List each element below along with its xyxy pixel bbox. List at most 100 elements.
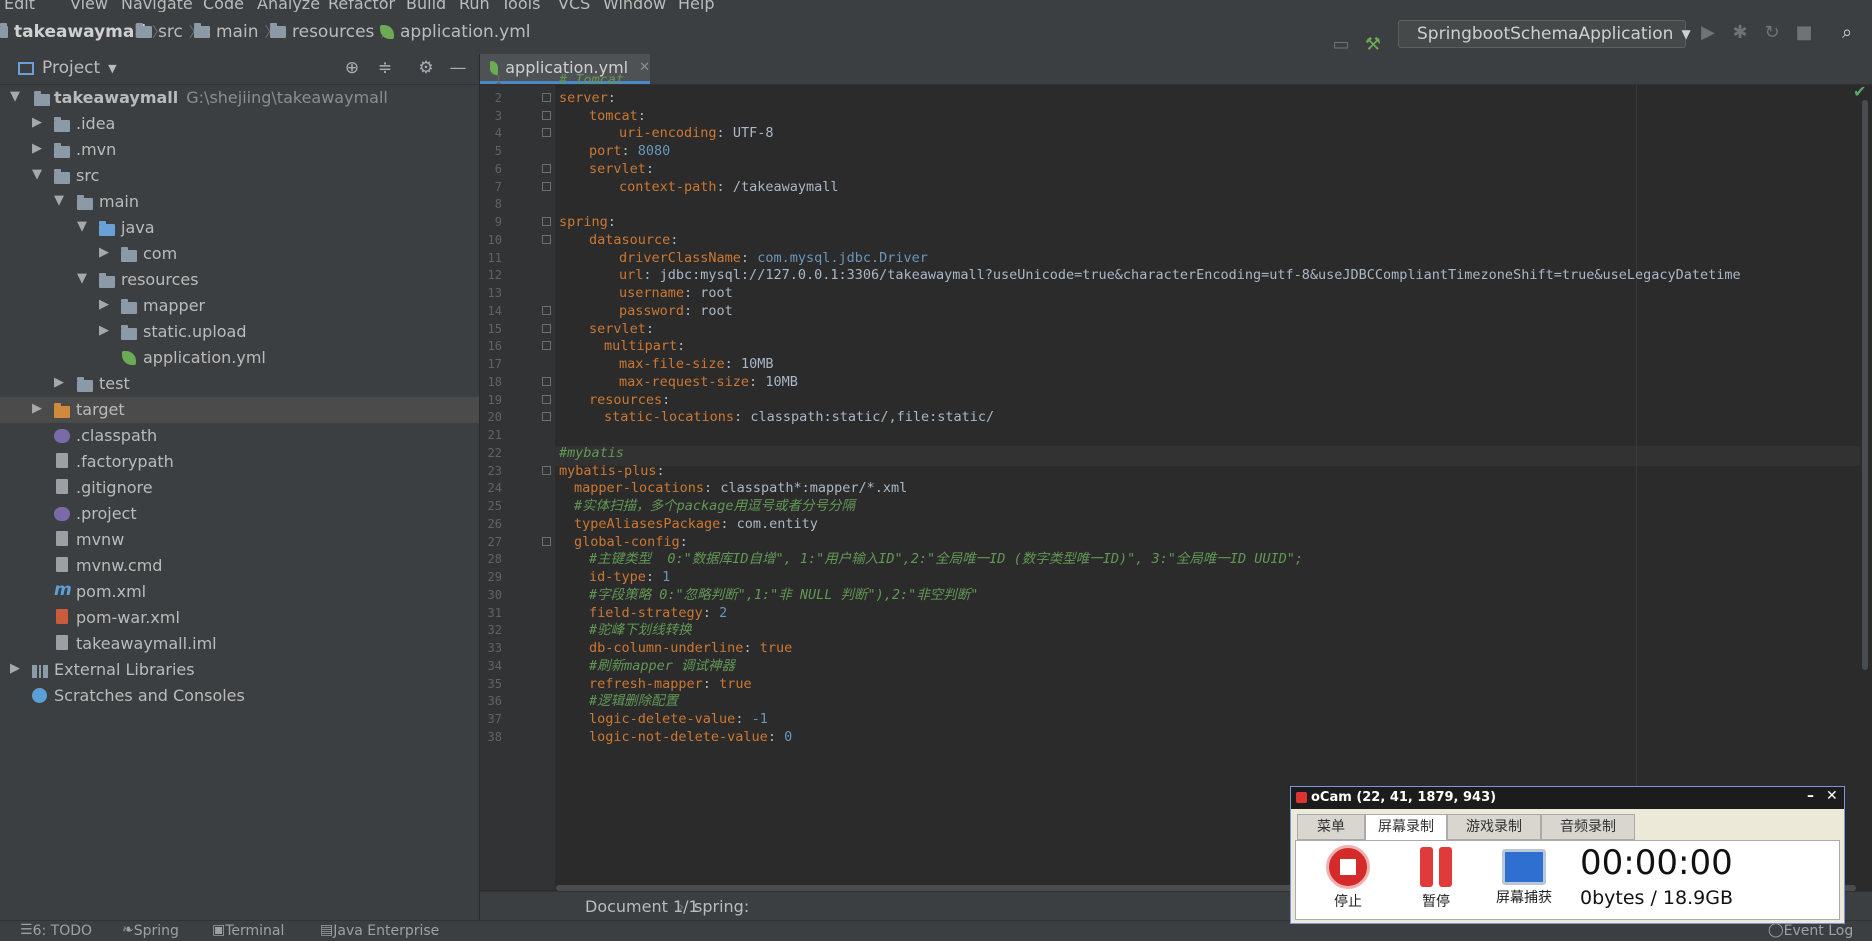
project-tree: ▼ takeawaymall G:\shejiing\takeawaymall ▶…	[0, 85, 479, 920]
ocam-stop-button[interactable]: 停止	[1318, 845, 1378, 911]
collapsed-arrow-icon[interactable]: ▶	[99, 245, 109, 260]
build-hammer-icon[interactable]: ⚒	[1362, 34, 1384, 56]
coverage-icon[interactable]: ↻	[1761, 22, 1783, 44]
ocam-tab-game-record[interactable]: 游戏录制	[1447, 814, 1541, 840]
tree-item-takeawaymall[interactable]: ▼ takeawaymall G:\shejiing\takeawaymall	[0, 85, 479, 111]
locate-target-icon[interactable]: ⊕	[341, 58, 363, 78]
ocam-titlebar[interactable]: oCam (22, 41, 1879, 943) – ✕	[1291, 787, 1844, 809]
source-folder-icon	[99, 221, 115, 236]
collapsed-arrow-icon[interactable]: ▶	[54, 375, 64, 390]
tree-item-external-libraries[interactable]: ▶ External Libraries	[0, 657, 479, 683]
tree-item-application-yml[interactable]: application.yml	[0, 345, 479, 371]
breadcrumb-main[interactable]: main 〉	[194, 22, 278, 42]
collapsed-arrow-icon[interactable]: ▶	[10, 661, 20, 676]
collapsed-arrow-icon[interactable]: ▶	[99, 297, 109, 312]
collapsed-arrow-icon[interactable]: ▶	[99, 323, 109, 338]
menu-refactor[interactable]: Refactor	[328, 0, 395, 12]
run-icon[interactable]: ▶	[1697, 22, 1719, 44]
gear-icon[interactable]: ⚙	[415, 58, 437, 78]
tree-item-project[interactable]: .project	[0, 501, 479, 527]
tool-event-log-label: Event Log	[1783, 923, 1854, 939]
tool-terminal[interactable]: ▣ Terminal	[212, 922, 284, 939]
ocam-tab-menu[interactable]: 菜单	[1297, 814, 1365, 840]
tree-item-mvn[interactable]: ▶ .mvn	[0, 137, 479, 163]
collapsed-arrow-icon[interactable]: ▶	[32, 141, 42, 156]
collapsed-arrow-icon[interactable]: ▶	[32, 401, 42, 416]
tree-item-gitignore[interactable]: .gitignore	[0, 475, 479, 501]
xml-file-icon	[56, 609, 68, 624]
tree-item-classpath[interactable]: .classpath	[0, 423, 479, 449]
tree-item-label: java	[121, 218, 155, 237]
tree-item-mvnw[interactable]: mvnw	[0, 527, 479, 553]
tool-spring[interactable]: ❧ Spring	[122, 922, 179, 939]
menu-run[interactable]: Run	[459, 0, 490, 12]
eclipse-file-icon	[54, 429, 70, 443]
menu-edit[interactable]: Edit	[4, 0, 35, 12]
tree-item-label: main	[99, 192, 139, 211]
tree-item-java[interactable]: ▼ java	[0, 215, 479, 241]
collapsed-arrow-icon[interactable]: ▶	[32, 115, 42, 130]
menu-navigate[interactable]: Navigate	[121, 0, 193, 12]
menu-view[interactable]: View	[70, 0, 108, 12]
tool-java-enterprise[interactable]: ▤ Java Enterprise	[320, 922, 439, 939]
minimize-icon[interactable]: –	[1807, 788, 1814, 804]
expanded-arrow-icon[interactable]: ▼	[32, 167, 42, 182]
ocam-tab-screen-record[interactable]: 屏幕录制	[1365, 814, 1447, 842]
expanded-arrow-icon[interactable]: ▼	[54, 193, 64, 208]
tree-item-mapper[interactable]: ▶ mapper	[0, 293, 479, 319]
run-configuration-select[interactable]: SpringbootSchemaApplication ▼	[1398, 20, 1691, 48]
stop-icon[interactable]: ■	[1793, 22, 1815, 44]
hide-panel-icon[interactable]: —	[447, 58, 469, 78]
file-icon	[56, 453, 68, 468]
code-editor[interactable]	[555, 85, 1860, 890]
tree-item-src[interactable]: ▼ src	[0, 163, 479, 189]
tree-item-test[interactable]: ▶ test	[0, 371, 479, 397]
expanded-arrow-icon[interactable]: ▼	[77, 271, 87, 286]
menu-code[interactable]: Code	[203, 0, 244, 12]
tree-item-scratches[interactable]: Scratches and Consoles	[0, 683, 479, 709]
close-icon[interactable]: ✕	[639, 60, 650, 75]
tree-item-static-upload[interactable]: ▶ static.upload	[0, 319, 479, 345]
tree-item-label: .mvn	[76, 140, 117, 159]
expanded-arrow-icon[interactable]: ▼	[10, 89, 20, 104]
tree-item-target[interactable]: ▶ target	[0, 397, 479, 423]
collapse-all-icon[interactable]: ≑	[374, 58, 396, 78]
tree-item-pom-xml[interactable]: m pom.xml	[0, 579, 479, 605]
menu-help[interactable]: Help	[678, 0, 714, 12]
breadcrumb-src[interactable]: src 〉	[136, 22, 203, 42]
file-icon	[56, 557, 68, 572]
tree-item-iml[interactable]: takeawaymall.iml	[0, 631, 479, 657]
tool-todo[interactable]: ☰ 6: TODO	[20, 922, 92, 939]
ocam-tab-audio-record[interactable]: 音频录制	[1541, 814, 1635, 840]
tree-item-com[interactable]: ▶ com	[0, 241, 479, 267]
debug-icon[interactable]: ✱	[1729, 22, 1751, 44]
tool-event-log[interactable]: ◯ Event Log	[1768, 922, 1853, 939]
vertical-scrollbar-thumb[interactable]	[1862, 100, 1868, 670]
menu-build[interactable]: Build	[406, 0, 446, 12]
project-panel-header: Project ▼ ⊕ ≑ ⚙ —	[0, 54, 479, 85]
close-icon[interactable]: ✕	[1826, 788, 1838, 804]
tree-item-mvnw-cmd[interactable]: mvnw.cmd	[0, 553, 479, 579]
tree-item-idea[interactable]: ▶ .idea	[0, 111, 479, 137]
tree-item-resources[interactable]: ▼ resources	[0, 267, 479, 293]
tree-item-main[interactable]: ▼ main	[0, 189, 479, 215]
yaml-path-crumb[interactable]: spring:	[694, 897, 749, 916]
ocam-capture-button[interactable]: 屏幕捕获	[1489, 845, 1559, 907]
tool-terminal-label: Terminal	[225, 923, 285, 939]
ocam-pause-button[interactable]: 暂停	[1406, 845, 1466, 911]
expanded-arrow-icon[interactable]: ▼	[77, 219, 87, 234]
menu-tools[interactable]: Tools	[501, 0, 540, 12]
menu-window[interactable]: Window	[603, 0, 666, 12]
inspection-ok-icon[interactable]: ✔	[1853, 82, 1866, 101]
menu-vcs[interactable]: VCS	[558, 0, 590, 12]
search-icon[interactable]: ⌕	[1836, 22, 1858, 44]
project-view-selector[interactable]: Project ▼	[18, 58, 117, 78]
tree-item-factorypath[interactable]: .factorypath	[0, 449, 479, 475]
breadcrumb-resources[interactable]: resources 〉	[270, 22, 394, 42]
breadcrumb-file[interactable]: application.yml	[380, 22, 531, 42]
editor-tab-application-yml[interactable]: application.yml ✕	[480, 54, 650, 84]
project-structure-icon[interactable]: ▭	[1330, 34, 1352, 56]
menu-analyze[interactable]: Analyze	[257, 0, 320, 12]
tree-item-pom-war-xml[interactable]: pom-war.xml	[0, 605, 479, 631]
folder-icon	[0, 23, 8, 38]
